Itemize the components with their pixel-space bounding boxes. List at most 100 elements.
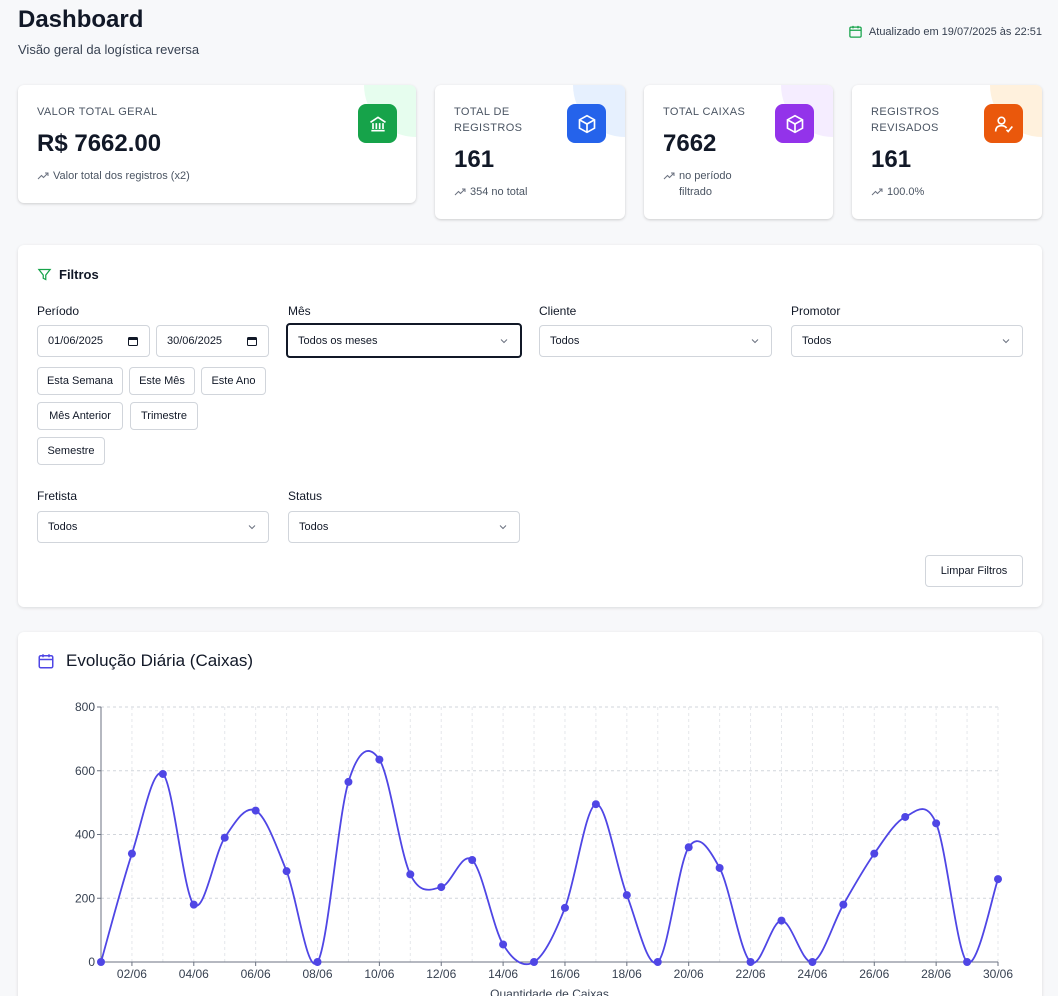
x-tick-label: 06/06 bbox=[241, 967, 271, 981]
data-point bbox=[189, 900, 198, 909]
stat-value: R$ 7662.00 bbox=[37, 130, 162, 157]
quick-mes-anterior-button[interactable]: Mês Anterior bbox=[37, 402, 123, 430]
data-point bbox=[715, 863, 724, 872]
last-updated: Atualizado em 19/07/2025 às 22:51 bbox=[848, 24, 1042, 39]
last-updated-text: Atualizado em 19/07/2025 às 22:51 bbox=[868, 25, 1042, 38]
filter-icon bbox=[37, 268, 52, 281]
x-axis-title: Quantidade de Caixas bbox=[490, 987, 609, 996]
filters-title: Filtros bbox=[37, 267, 99, 282]
promotor-select[interactable]: Todos bbox=[791, 325, 1023, 357]
x-tick-label: 16/06 bbox=[550, 967, 580, 981]
data-point bbox=[251, 806, 260, 815]
data-point bbox=[653, 958, 662, 966]
mes-select[interactable]: Todos os meses bbox=[286, 323, 522, 358]
data-point bbox=[932, 819, 941, 828]
x-tick-label: 24/06 bbox=[797, 967, 827, 981]
data-point bbox=[808, 958, 817, 966]
quick-semestre-button[interactable]: Semestre bbox=[37, 437, 105, 465]
promotor-label: Promotor bbox=[791, 304, 841, 318]
stat-card-total-registros: TOTAL DE REGISTROS 161 354 no total bbox=[435, 85, 625, 219]
quick-este-mes-button[interactable]: Este Mês bbox=[129, 367, 195, 395]
periodo-label: Período bbox=[37, 304, 80, 318]
x-tick-label: 14/06 bbox=[488, 967, 518, 981]
stat-value: 161 bbox=[454, 146, 495, 173]
date-end-input[interactable]: 30/06/2025 bbox=[156, 325, 269, 357]
mes-label: Mês bbox=[288, 304, 311, 318]
data-point bbox=[994, 875, 1002, 884]
stat-label: VALOR TOTAL GERAL bbox=[37, 106, 158, 118]
fretista-select[interactable]: Todos bbox=[37, 511, 269, 543]
data-point bbox=[375, 755, 384, 764]
trend-up-icon bbox=[871, 188, 883, 196]
data-point bbox=[777, 916, 786, 925]
quick-trimestre-button[interactable]: Trimestre bbox=[130, 402, 198, 430]
data-point bbox=[499, 940, 508, 949]
calendar-icon[interactable] bbox=[127, 335, 139, 347]
x-tick-label: 30/06 bbox=[983, 967, 1013, 981]
date-start-input[interactable]: 01/06/2025 bbox=[37, 325, 150, 357]
data-point bbox=[220, 833, 229, 842]
data-point bbox=[127, 849, 136, 858]
data-point bbox=[870, 849, 879, 858]
calendar-icon bbox=[849, 25, 862, 38]
x-tick-label: 22/06 bbox=[736, 967, 766, 981]
x-tick-label: 02/06 bbox=[117, 967, 147, 981]
chevron-down-icon bbox=[500, 338, 508, 343]
data-point bbox=[560, 903, 569, 912]
package-icon bbox=[775, 104, 814, 143]
chevron-down-icon bbox=[499, 525, 507, 530]
data-point bbox=[406, 870, 415, 879]
chevron-down-icon bbox=[751, 339, 759, 344]
page-title: Dashboard bbox=[18, 6, 144, 33]
x-tick-label: 18/06 bbox=[612, 967, 642, 981]
stat-trend: Valor total dos registros (x2) bbox=[37, 168, 190, 184]
y-tick-label: 400 bbox=[75, 828, 95, 842]
stat-trend: no período filtrado bbox=[663, 168, 753, 200]
x-tick-label: 08/06 bbox=[303, 967, 333, 981]
stat-value: 7662 bbox=[663, 130, 717, 157]
x-tick-label: 28/06 bbox=[921, 967, 951, 981]
data-point bbox=[158, 769, 167, 778]
stat-trend: 354 no total bbox=[454, 184, 528, 200]
series-line bbox=[100, 750, 999, 966]
y-tick-label: 200 bbox=[75, 891, 95, 905]
x-tick-label: 04/06 bbox=[179, 967, 209, 981]
cliente-select[interactable]: Todos bbox=[539, 325, 772, 357]
stat-card-valor-total: VALOR TOTAL GERAL R$ 7662.00 Valor total… bbox=[18, 85, 416, 203]
data-point bbox=[437, 883, 446, 892]
filters-panel: Filtros Período 01/06/2025 30/06/2025 Mê… bbox=[18, 245, 1042, 607]
user-check-icon bbox=[984, 104, 1023, 143]
trend-up-icon bbox=[454, 188, 466, 196]
trend-up-icon bbox=[663, 172, 675, 180]
data-point bbox=[839, 900, 848, 909]
status-label: Status bbox=[288, 489, 323, 503]
stat-label: TOTAL CAIXAS bbox=[663, 106, 746, 118]
status-select[interactable]: Todos bbox=[288, 511, 520, 543]
data-point bbox=[746, 958, 755, 966]
y-tick-label: 600 bbox=[75, 764, 95, 778]
stat-label: REGISTROS REVISADOS bbox=[871, 106, 940, 134]
calendar-icon[interactable] bbox=[246, 335, 258, 347]
quick-este-ano-button[interactable]: Este Ano bbox=[201, 367, 266, 395]
x-tick-label: 20/06 bbox=[674, 967, 704, 981]
clear-filters-button[interactable]: Limpar Filtros bbox=[925, 555, 1023, 587]
data-point bbox=[591, 800, 600, 809]
stat-value: 161 bbox=[871, 146, 912, 173]
trend-up-icon bbox=[37, 172, 49, 180]
fretista-label: Fretista bbox=[37, 489, 78, 503]
y-tick-label: 800 bbox=[75, 700, 95, 714]
x-tick-label: 12/06 bbox=[426, 967, 456, 981]
x-tick-label: 10/06 bbox=[364, 967, 394, 981]
data-point bbox=[282, 867, 291, 876]
daily-evolution-chart: 0 200 400 600 800 02/06 04/06 06/06 08/06 10/06 12… bbox=[75, 700, 1013, 996]
data-point bbox=[468, 856, 477, 864]
quick-esta-semana-button[interactable]: Esta Semana bbox=[37, 367, 123, 395]
stat-card-total-caixas: TOTAL CAIXAS 7662 no período filtrado bbox=[644, 85, 833, 219]
stat-label: TOTAL DE REGISTROS bbox=[454, 106, 523, 134]
chevron-down-icon bbox=[248, 525, 256, 530]
chart-card: Evolução Diária (Caixas) 0 200 400 600 800 02… bbox=[18, 632, 1042, 996]
data-point bbox=[530, 958, 539, 966]
bank-icon bbox=[358, 104, 397, 143]
package-icon bbox=[567, 104, 606, 143]
data-point bbox=[901, 812, 910, 821]
